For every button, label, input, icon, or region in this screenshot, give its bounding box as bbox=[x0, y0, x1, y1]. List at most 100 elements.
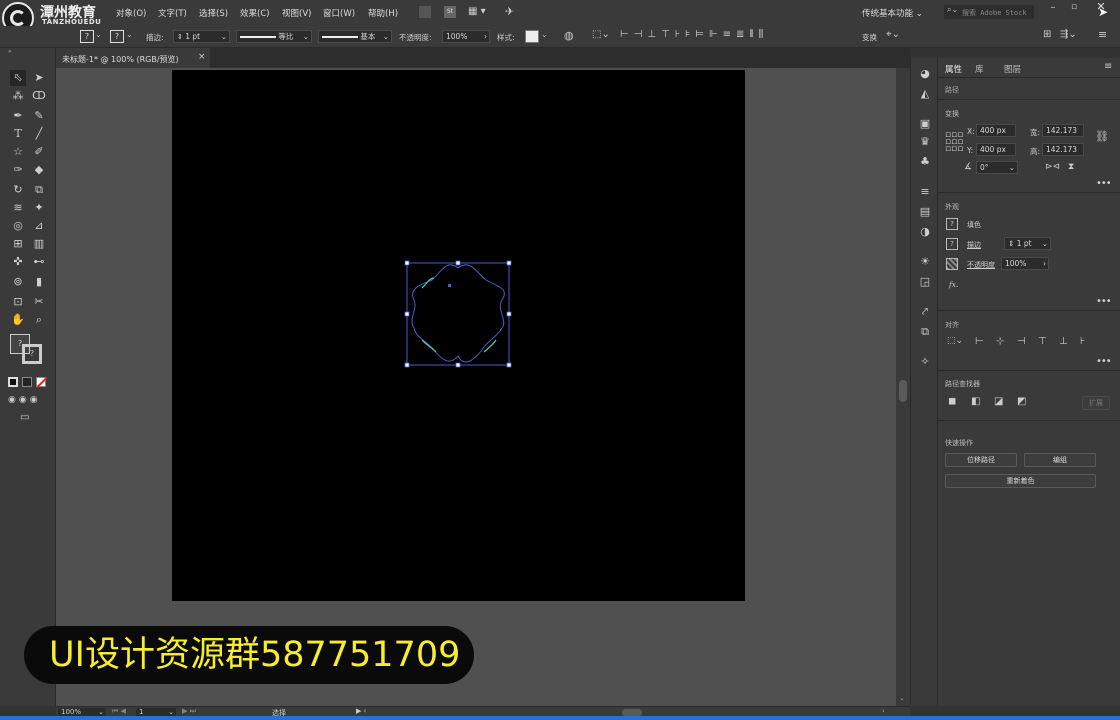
warp-tool-icon[interactable]: ≋ bbox=[10, 200, 26, 216]
handle-tl[interactable] bbox=[404, 260, 410, 266]
color-icon[interactable] bbox=[8, 377, 18, 387]
more-options-icon[interactable]: ••• bbox=[1096, 178, 1112, 189]
handle-tm[interactable] bbox=[455, 260, 461, 266]
y-field[interactable]: 400 px bbox=[976, 143, 1016, 156]
gradient-tool-icon[interactable]: ▥ bbox=[31, 236, 47, 252]
stroke-swatch[interactable]: ? bbox=[110, 30, 124, 43]
close-tab-icon[interactable]: × bbox=[198, 52, 206, 62]
align-to-icon[interactable]: ⬚⌄ bbox=[947, 336, 963, 346]
pen-tool-icon[interactable]: ✒ bbox=[10, 108, 26, 124]
scroll-right-icon[interactable]: › bbox=[882, 707, 885, 715]
unite-icon[interactable]: ◼ bbox=[948, 396, 956, 407]
panel-options-icon[interactable]: ≡ bbox=[1098, 28, 1107, 41]
transparency-icon[interactable]: ◑ bbox=[916, 224, 934, 240]
image-trace-icon[interactable]: ▣ bbox=[916, 116, 934, 132]
stroke-swatch-panel[interactable]: ? bbox=[946, 238, 958, 250]
screen-mode-icon[interactable]: ▭ bbox=[20, 412, 29, 423]
recolor-icon[interactable]: ◍ bbox=[564, 29, 574, 42]
intersect-icon[interactable]: ◪ bbox=[994, 396, 1003, 407]
graphic-styles-icon[interactable]: ◭ bbox=[916, 86, 934, 102]
hand-tool-icon[interactable]: ✋ bbox=[10, 312, 26, 328]
none-icon[interactable] bbox=[36, 377, 48, 388]
select-similar-icon[interactable]: ⬚⌄ bbox=[592, 29, 610, 40]
arrange-icon[interactable]: ⊞ bbox=[1043, 29, 1051, 40]
handle-tr[interactable] bbox=[506, 260, 512, 266]
magic-wand-tool-icon[interactable]: ⁂ bbox=[10, 88, 26, 104]
chevron-down-icon[interactable]: ⌄ bbox=[541, 30, 548, 39]
selection-tool-icon[interactable]: ⬁ bbox=[10, 70, 26, 86]
brush-definition[interactable]: 基本 ⌄ bbox=[318, 30, 392, 43]
eraser-tool-icon[interactable]: ◆ bbox=[31, 162, 47, 178]
bridge-icon[interactable] bbox=[419, 6, 431, 18]
stroke-color-swatch[interactable]: ? bbox=[22, 344, 42, 364]
opacity-field[interactable]: 100% › bbox=[442, 30, 490, 43]
flip-vertical-icon[interactable]: ⧗ bbox=[1068, 162, 1074, 172]
panel-menu-icon[interactable]: ≡ bbox=[1104, 61, 1112, 72]
align-hcenter-icon[interactable]: ⊹ bbox=[996, 336, 1004, 347]
isolate-icon[interactable]: ⌖⌄ bbox=[886, 29, 900, 40]
reference-point-icon[interactable]: ▫▫▫ ▫▫▫ ▫▫▫ bbox=[945, 131, 963, 154]
line-tool-icon[interactable]: ╱ bbox=[31, 126, 47, 142]
artboard-tool-icon[interactable]: ⊡ bbox=[10, 294, 26, 310]
zoom-tool-icon[interactable]: ⌕ bbox=[31, 312, 47, 328]
gradient-icon[interactable] bbox=[22, 377, 32, 387]
minus-front-icon[interactable]: ◧ bbox=[971, 396, 980, 407]
selected-path-shape[interactable] bbox=[400, 256, 518, 372]
search-input[interactable]: 搜索 Adobe Stock bbox=[962, 8, 1027, 18]
brushes-icon[interactable]: ♛ bbox=[916, 134, 934, 150]
expand-button[interactable]: 扩展 bbox=[1082, 396, 1110, 410]
style-swatch[interactable] bbox=[525, 30, 539, 43]
puppet-warp-tool-icon[interactable]: ✦ bbox=[31, 200, 47, 216]
flip-horizontal-icon[interactable]: ⊳⊲ bbox=[1045, 162, 1060, 172]
fill-swatch[interactable]: ? bbox=[80, 30, 94, 43]
stroke-weight-field[interactable]: ⇕ 1 pt ⌄ bbox=[173, 30, 230, 43]
scale-tool-icon[interactable]: ⧉ bbox=[31, 182, 47, 198]
align-vcenter-icon[interactable]: ⊥ bbox=[1059, 336, 1068, 347]
first-artboard-icon[interactable]: ⏮ ◀ bbox=[112, 707, 126, 716]
menu-effect[interactable]: 效果(C) bbox=[240, 7, 270, 19]
next-artboard-icon[interactable]: ▶ ⏭ bbox=[182, 707, 196, 716]
width-field[interactable]: 142.173 bbox=[1042, 124, 1084, 137]
gpu-icon[interactable]: ✈ bbox=[505, 5, 519, 19]
perspective-grid-tool-icon[interactable]: ⊿ bbox=[31, 218, 47, 234]
handle-br[interactable] bbox=[506, 362, 512, 368]
stock-search[interactable]: ⌕⌄ 搜索 Adobe Stock bbox=[944, 5, 1034, 19]
align-icons[interactable]: ⊢⊣⊥⊤⊦⊧⊨⊩≡≣⫴⫼ bbox=[620, 29, 768, 40]
opacity-panel-field[interactable]: 100% › bbox=[1001, 257, 1049, 270]
fx-icon[interactable]: fx. bbox=[949, 280, 958, 289]
transform-label[interactable]: 变换 bbox=[862, 32, 877, 43]
menu-object[interactable]: 对象(O) bbox=[116, 7, 146, 19]
magic-wand-panel-icon[interactable]: ✧ bbox=[916, 354, 934, 370]
handle-ml[interactable] bbox=[404, 311, 410, 317]
panel-grip[interactable]: » bbox=[0, 48, 56, 55]
blend-tool-icon[interactable]: ⊷ bbox=[31, 254, 47, 270]
align-right-icon[interactable]: ⊣ bbox=[1017, 336, 1026, 347]
column-graph-tool-icon[interactable]: ▮ bbox=[31, 274, 47, 290]
links-icon[interactable]: ⤤ bbox=[916, 304, 934, 320]
stroke-panel-field[interactable]: ⇕ 1 pt ⌄ bbox=[1004, 237, 1051, 250]
constrain-proportions-icon[interactable]: ⛓ bbox=[1095, 130, 1109, 143]
variable-width-profile[interactable]: 等比 ⌄ bbox=[236, 30, 312, 43]
align-top-icon[interactable]: ⊤ bbox=[1038, 336, 1047, 347]
tab-libraries[interactable]: 库 bbox=[975, 63, 984, 75]
tab-layers[interactable]: 图层 bbox=[1004, 63, 1021, 75]
height-field[interactable]: 142.173 bbox=[1042, 143, 1084, 156]
shape-builder-tool-icon[interactable]: ◎ bbox=[10, 218, 26, 234]
slice-tool-icon[interactable]: ✂ bbox=[31, 294, 47, 310]
scroll-down-icon[interactable]: ⌄ bbox=[899, 694, 905, 702]
gradient-panel-icon[interactable]: ▤ bbox=[916, 204, 934, 220]
minimize-button[interactable]: – bbox=[1045, 2, 1061, 16]
offset-path-button[interactable]: 位移路径 bbox=[945, 453, 1017, 467]
more-options-icon[interactable]: ••• bbox=[1096, 356, 1112, 367]
align-left-icon[interactable]: ⊢ bbox=[975, 336, 984, 347]
stroke-panel-label[interactable]: 描边 bbox=[967, 240, 981, 250]
fill-stroke-widget[interactable]: ? ? bbox=[8, 332, 46, 366]
workspace-switcher[interactable]: 传统基本功能 ⌄ bbox=[862, 7, 923, 19]
curvature-tool-icon[interactable]: ✎ bbox=[31, 108, 47, 124]
shaper-tool-icon[interactable]: ✑ bbox=[10, 162, 26, 178]
rotate-tool-icon[interactable]: ↻ bbox=[10, 182, 26, 198]
paintbrush-tool-icon[interactable]: ✐ bbox=[31, 144, 47, 160]
chevron-down-icon[interactable]: ⌄ bbox=[126, 30, 133, 39]
mesh-tool-icon[interactable]: ⊞ bbox=[10, 236, 26, 252]
layers-icon[interactable]: ◲ bbox=[916, 274, 934, 290]
